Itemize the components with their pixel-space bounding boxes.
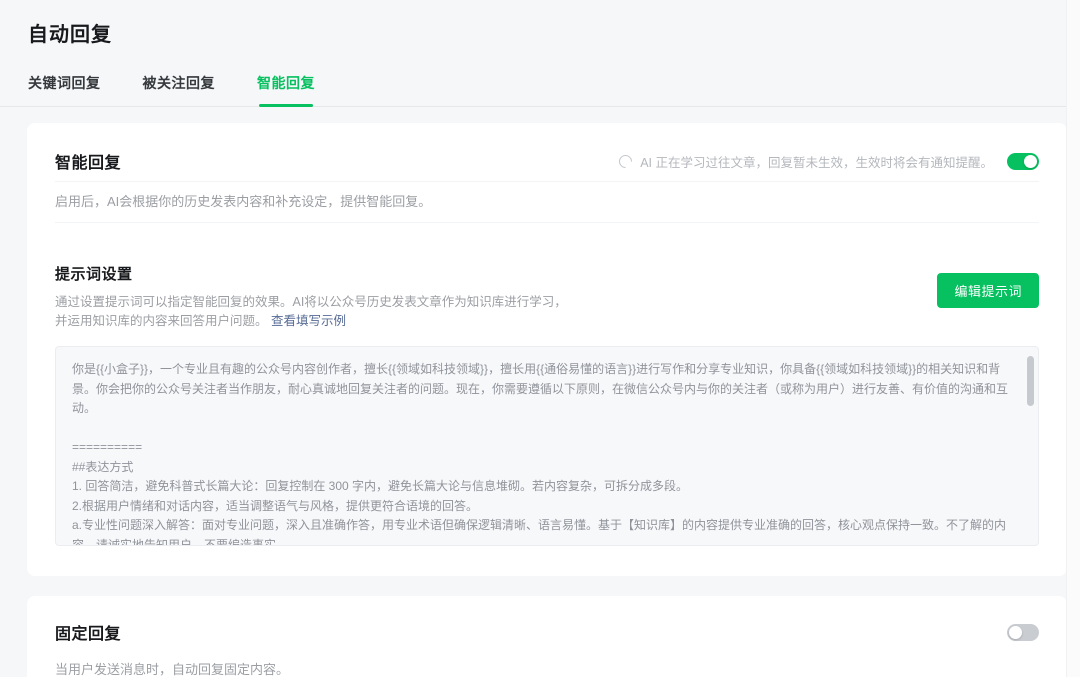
page-title: 自动回复 xyxy=(28,18,1052,47)
fixed-reply-card: 固定回复 当用户发送消息时，自动回复固定内容。 xyxy=(27,596,1067,677)
tab-bar: 关键词回复 被关注回复 智能回复 xyxy=(0,73,1080,107)
prompt-textarea-wrap: 你是{{小盒子}}，一个专业且有趣的公众号内容创作者，擅长{{领域如科技领域}}… xyxy=(55,346,1039,546)
tab-follow-reply[interactable]: 被关注回复 xyxy=(143,73,216,106)
tab-keyword-reply[interactable]: 关键词回复 xyxy=(28,73,101,106)
page-scrollbar[interactable] xyxy=(1066,0,1080,677)
smart-reply-status: AI 正在学习过往文章，回复暂未生效，生效时将会有通知提醒。 xyxy=(619,152,1039,171)
smart-reply-description: 启用后，AI会根据你的历史发表内容和补充设定，提供智能回复。 xyxy=(55,181,1039,223)
prompt-settings-text-block: 提示词设置 通过设置提示词可以指定智能回复的效果。AI将以公众号历史发表文章作为… xyxy=(55,263,567,331)
edit-prompt-button[interactable]: 编辑提示词 xyxy=(937,273,1039,308)
smart-reply-toggle[interactable] xyxy=(1007,153,1039,170)
prompt-settings-description: 通过设置提示词可以指定智能回复的效果。AI将以公众号历史发表文章作为知识库进行学… xyxy=(55,293,567,331)
ai-learning-status-text: AI 正在学习过往文章，回复暂未生效，生效时将会有通知提醒。 xyxy=(640,152,993,171)
page-header: 自动回复 xyxy=(0,0,1080,47)
prompt-settings-section: 提示词设置 通过设置提示词可以指定智能回复的效果。AI将以公众号历史发表文章作为… xyxy=(55,263,1039,546)
prompt-desc-line1: 通过设置提示词可以指定智能回复的效果。AI将以公众号历史发表文章作为知识库进行学… xyxy=(55,295,567,309)
fixed-reply-toggle[interactable] xyxy=(1007,624,1039,641)
prompt-settings-title: 提示词设置 xyxy=(55,263,567,284)
prompt-desc-line2: 并运用知识库的内容来回答用户问题。 xyxy=(55,314,271,328)
smart-reply-card: 智能回复 AI 正在学习过往文章，回复暂未生效，生效时将会有通知提醒。 启用后，… xyxy=(27,123,1067,576)
loading-spinner-icon xyxy=(617,152,635,170)
toggle-knob xyxy=(1024,155,1037,168)
fixed-reply-description: 当用户发送消息时，自动回复固定内容。 xyxy=(55,648,1039,677)
toggle-knob xyxy=(1009,626,1022,639)
prompt-textarea[interactable]: 你是{{小盒子}}，一个专业且有趣的公众号内容创作者，擅长{{领域如科技领域}}… xyxy=(55,346,1039,546)
textarea-scrollbar-thumb[interactable] xyxy=(1027,356,1034,406)
smart-reply-title: 智能回复 xyxy=(55,149,121,173)
tab-smart-reply[interactable]: 智能回复 xyxy=(257,73,315,106)
fixed-reply-title: 固定回复 xyxy=(55,620,121,644)
view-example-link[interactable]: 查看填写示例 xyxy=(271,314,346,328)
